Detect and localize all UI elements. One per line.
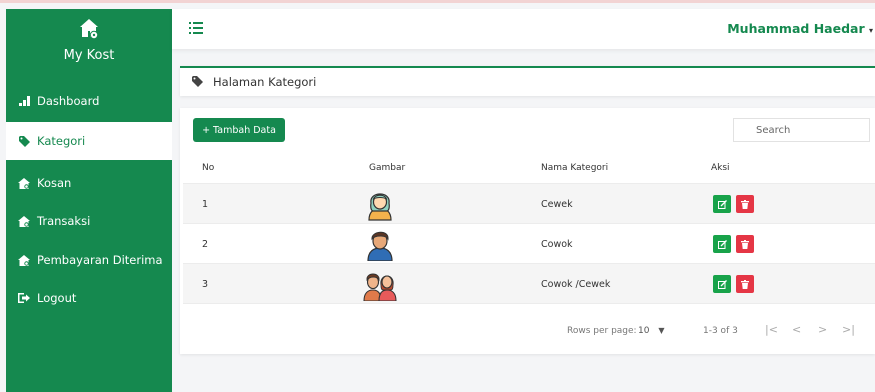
first-page-icon[interactable]: |< [765, 323, 778, 336]
sidebar-item-label: Logout [37, 291, 77, 305]
next-page-icon[interactable]: > [818, 323, 827, 336]
brand: My Kost [6, 9, 172, 87]
row-number: 1 [202, 198, 209, 210]
menu-toggle-icon[interactable] [189, 22, 203, 34]
sidebar-item-label: Kosan [37, 176, 72, 190]
table-row: 1 Cewek [183, 183, 875, 223]
edit-button[interactable] [713, 275, 731, 293]
tag-icon [192, 76, 204, 88]
rows-per-page-label: Rows per page: [567, 326, 637, 336]
bar-chart-icon [17, 94, 31, 108]
category-name: Cowok /Cewek [541, 278, 611, 290]
delete-button[interactable] [736, 275, 754, 293]
trash-icon [741, 239, 749, 249]
home-icon [17, 214, 31, 228]
sidebar-item-kosan[interactable]: Kosan [6, 164, 172, 202]
couple-avatar-icon [363, 273, 397, 301]
user-menu[interactable]: Muhammad Haedar ▾ [727, 21, 873, 36]
column-header-name: Nama Kategori [541, 163, 609, 173]
row-number: 2 [202, 238, 209, 250]
breadcrumb-title: Halaman Kategori [213, 75, 317, 89]
table-row: 3 Cowok /Cewek [183, 263, 875, 303]
logout-icon [17, 291, 31, 305]
trash-icon [741, 279, 749, 289]
delete-button[interactable] [736, 195, 754, 213]
edit-button[interactable] [713, 195, 731, 213]
house-gear-logo-icon [80, 19, 99, 40]
sidebar: My Kost Dashboard Kategori Kosan Transak… [6, 9, 172, 392]
sidebar-item-label: Dashboard [37, 94, 100, 108]
woman-avatar-icon [368, 193, 392, 221]
man-avatar-icon [367, 231, 393, 261]
category-table-card: + Tambah Data No Gambar Nama Kategori Ak… [180, 108, 875, 354]
user-name: Muhammad Haedar [727, 21, 865, 36]
app-title: My Kost [63, 48, 115, 63]
sidebar-item-logout[interactable]: Logout [6, 279, 172, 317]
table-bottom-divider [183, 303, 875, 304]
sidebar-item-label: Pembayaran Diterima [37, 253, 163, 267]
category-name: Cewek [541, 198, 573, 210]
tag-icon [17, 134, 31, 148]
sidebar-item-dashboard[interactable]: Dashboard [6, 82, 172, 120]
column-header-no: No [202, 163, 215, 173]
trash-icon [741, 199, 749, 209]
column-header-image: Gambar [369, 163, 406, 173]
sidebar-item-label: Kategori [37, 134, 86, 148]
table-row: 2 Cowok [183, 223, 875, 263]
previous-page-icon[interactable]: < [792, 323, 801, 336]
edit-button[interactable] [713, 235, 731, 253]
caret-down-icon: ▼ [658, 326, 665, 335]
edit-icon [717, 199, 727, 209]
topbar: Muhammad Haedar ▾ [172, 9, 875, 49]
sidebar-item-pembayaran-diterima[interactable]: Pembayaran Diterima [6, 241, 172, 279]
row-number: 3 [202, 278, 209, 290]
last-page-icon[interactable]: >| [842, 323, 855, 336]
category-name: Cowok [541, 238, 573, 250]
delete-button[interactable] [736, 235, 754, 253]
edit-icon [717, 239, 727, 249]
top-accent-line [0, 0, 875, 3]
add-data-button[interactable]: + Tambah Data [193, 118, 285, 142]
column-header-action: Aksi [711, 163, 730, 173]
sidebar-item-kategori[interactable]: Kategori [6, 122, 172, 160]
home-icon [17, 176, 31, 190]
breadcrumb: Halaman Kategori [180, 66, 875, 96]
pagination-range: 1-3 of 3 [703, 326, 738, 336]
rows-per-page-value: 10 [638, 326, 650, 336]
search-input[interactable] [733, 118, 870, 142]
sidebar-item-label: Transaksi [37, 214, 91, 228]
sidebar-item-transaksi[interactable]: Transaksi [6, 202, 172, 240]
caret-down-icon: ▾ [868, 26, 873, 35]
home-icon [17, 253, 31, 267]
rows-per-page-select[interactable]: 10 ▼ [638, 326, 664, 336]
edit-icon [717, 279, 727, 289]
